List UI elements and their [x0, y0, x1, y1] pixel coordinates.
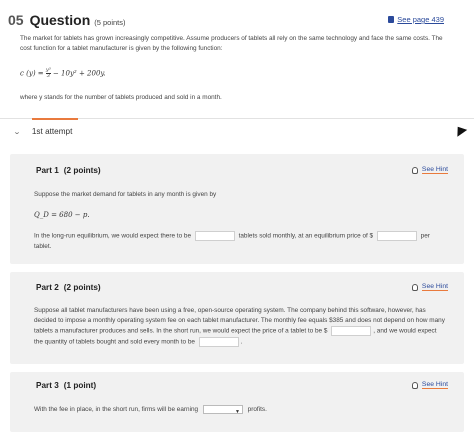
formula-fraction: y³ 3: [45, 68, 51, 79]
attempt-toggle[interactable]: ⌄ 1st attempt: [12, 127, 73, 136]
formula-denominator: 3: [46, 73, 50, 79]
part-3-heading: Part 3 (1 point): [36, 381, 96, 390]
hint-label: See Hint: [421, 166, 448, 174]
part-2-title: Part 2: [36, 283, 59, 292]
part-1-text-b: tablets sold monthly, at an equilibrium …: [238, 232, 374, 240]
part-3-text-a: With the fee in place, in the short run,…: [34, 406, 199, 414]
question-word: Question: [29, 12, 91, 28]
part-3-card: Part 3 (1 point) See Hint With the fee in…: [10, 372, 464, 432]
formula-lhs: c (y) =: [20, 69, 44, 78]
chevron-down-icon: ⌄: [12, 128, 22, 136]
part-1-points: (2 points): [63, 166, 101, 175]
part-2-heading: Part 2 (2 points): [36, 283, 101, 292]
book-icon: [388, 16, 395, 23]
part-2-card: Part 2 (2 points) See Hint Suppose all ta…: [10, 272, 464, 364]
part-2-text-d: .: [240, 338, 243, 346]
see-page-label: See page 439: [397, 15, 444, 24]
mouse-cursor-icon: [452, 123, 468, 137]
caret-down-icon: ▼: [234, 409, 240, 415]
profit-type-select[interactable]: ▼: [202, 405, 243, 415]
part-1-text-a: In the long-run equilibrium, we would ex…: [34, 232, 192, 240]
question-title: 05 Question (5 points): [8, 12, 126, 28]
part-1-heading: Part 1 (2 points): [36, 166, 101, 175]
short-run-quantity-input[interactable]: [198, 336, 239, 347]
part-2-points: (2 points): [63, 283, 101, 292]
part-2-hint-button[interactable]: See Hint: [411, 283, 448, 291]
hint-label: See Hint: [421, 381, 448, 389]
question-number: 05: [8, 12, 24, 28]
cost-function-formula: c (y) = y³ 3 − 10y² + 200y.: [20, 68, 106, 79]
attempt-accent-bar: [32, 118, 78, 120]
part-3-question: With the fee in place, in the short run,…: [34, 405, 446, 415]
part-3-title: Part 3: [36, 381, 59, 390]
price-input[interactable]: [376, 231, 417, 241]
lightbulb-icon: [411, 283, 418, 291]
formula-rhs: − 10y² + 200y.: [52, 69, 106, 78]
hint-label: See Hint: [421, 283, 448, 291]
question-points: (5 points): [94, 18, 126, 27]
see-page-link[interactable]: See page 439: [388, 15, 444, 24]
question-intro: The market for tablets has grown increas…: [20, 35, 443, 52]
part-1-hint-button[interactable]: See Hint: [411, 166, 448, 174]
part-3-points: (1 point): [63, 381, 97, 390]
question-header: 05 Question (5 points) See page 439 The …: [0, 0, 474, 120]
part-1-title: Part 1: [36, 166, 59, 175]
lightbulb-icon: [411, 381, 418, 389]
part-1-question: In the long-run equilibrium, we would ex…: [34, 231, 446, 252]
part-1-demand-intro: Suppose the market demand for tablets in…: [34, 191, 217, 198]
short-run-price-input[interactable]: [331, 326, 372, 336]
part-3-hint-button[interactable]: See Hint: [411, 381, 448, 389]
part-1-demand-equation: Q_D = 680 − p.: [34, 211, 90, 219]
quantity-input[interactable]: [194, 231, 235, 241]
part-2-text-b: ,: [373, 327, 375, 335]
lightbulb-icon: [411, 166, 418, 174]
part-3-text-b: profits.: [247, 406, 267, 414]
part-2-question: Suppose all tablet manufacturers have be…: [34, 306, 446, 347]
part-1-card: Part 1 (2 points) See Hint Suppose the ma…: [10, 154, 464, 264]
attempt-label: 1st attempt: [31, 127, 73, 136]
variable-definition: where y stands for the number of tablets…: [20, 94, 222, 101]
